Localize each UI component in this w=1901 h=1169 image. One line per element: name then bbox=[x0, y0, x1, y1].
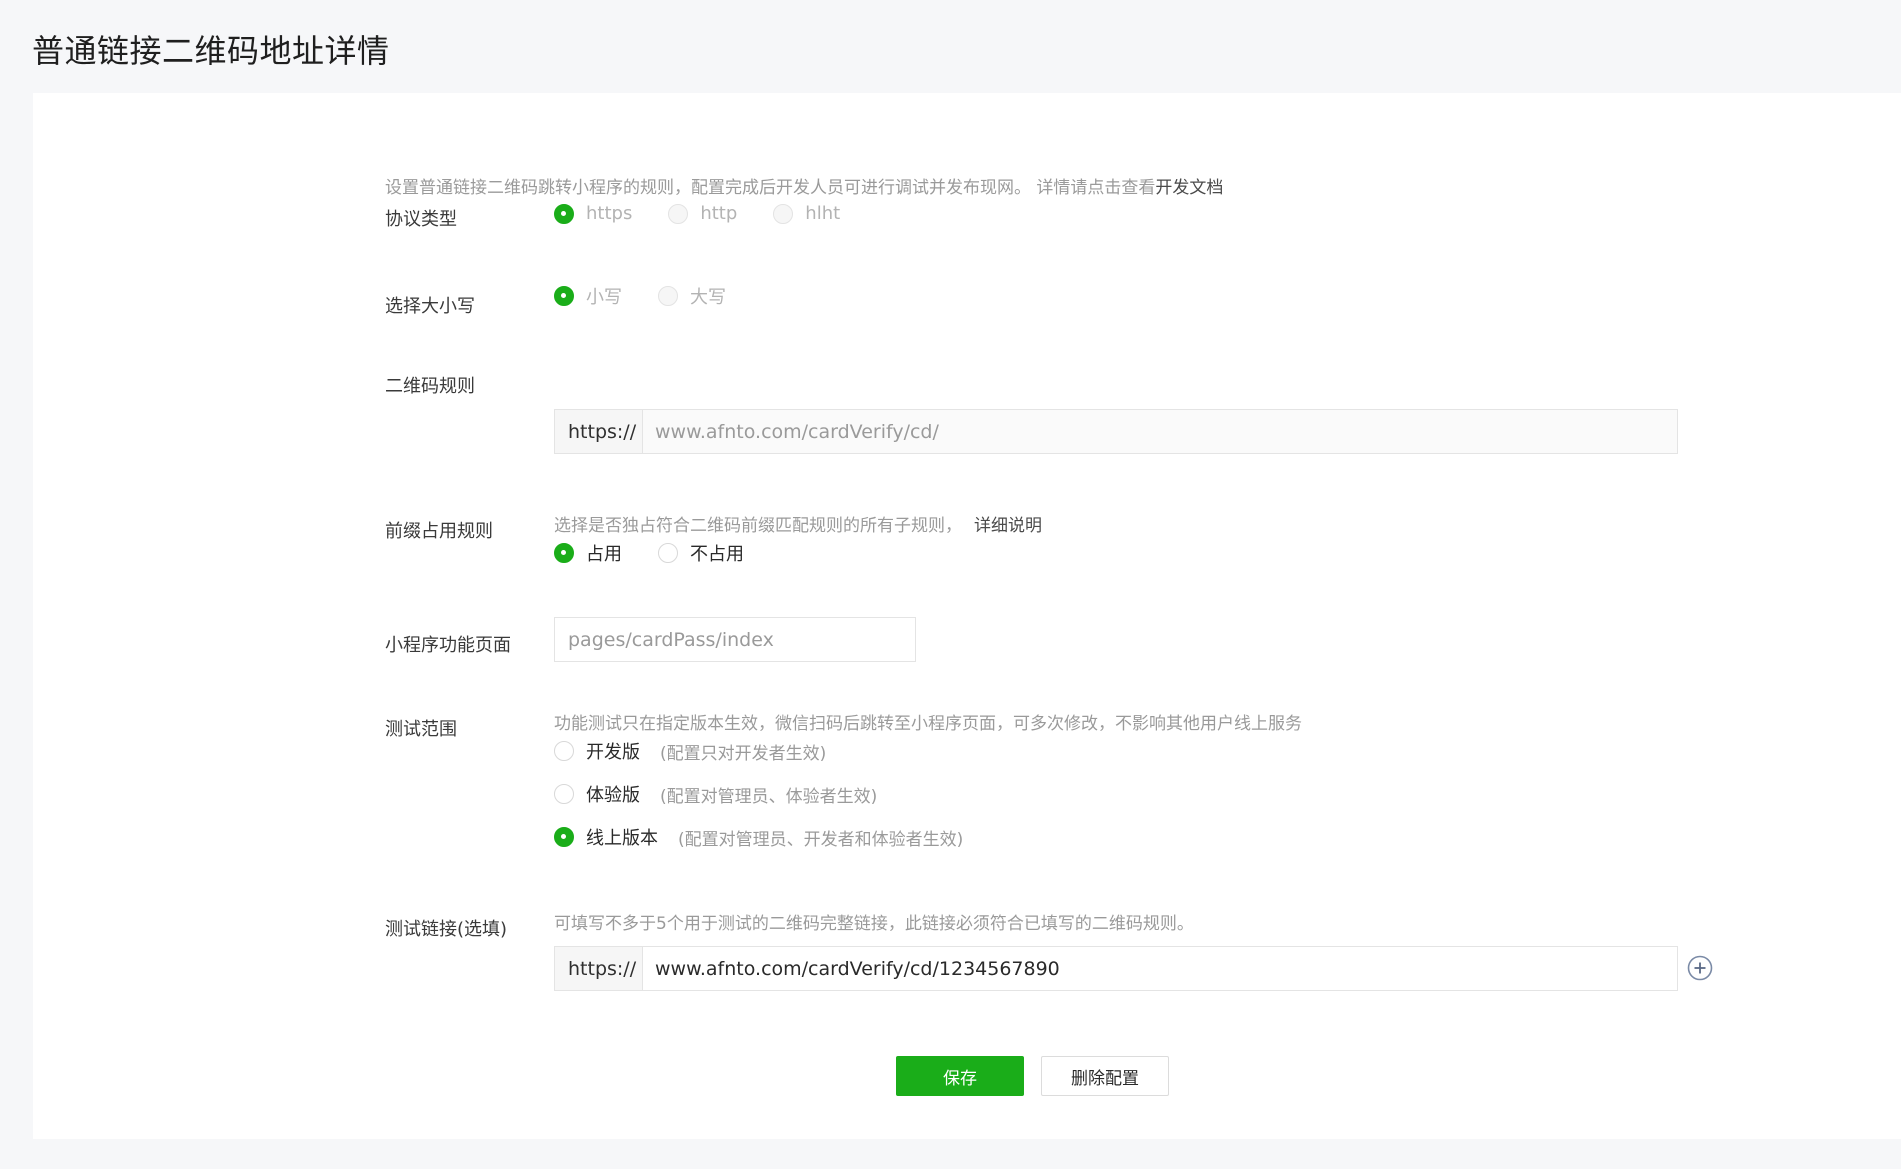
test-scope-hint: 功能测试只在指定版本生效，微信扫码后跳转至小程序页面，可多次修改，不影响其他用户… bbox=[554, 714, 1302, 734]
radio-unchecked-icon bbox=[773, 203, 794, 224]
test-link-prefix: https:// bbox=[555, 947, 643, 990]
protocol-label: 协议类型 bbox=[385, 209, 457, 230]
test-link-value[interactable]: www.afnto.com/cardVerify/cd/1234567890 bbox=[643, 947, 1677, 990]
page-path-label: 小程序功能页面 bbox=[385, 635, 511, 656]
add-link-plus-icon[interactable] bbox=[1687, 955, 1713, 981]
case-radio-group: 小写 大写 bbox=[554, 283, 762, 309]
config-card: 设置普通链接二维码跳转小程序的规则，配置完成后开发人员可进行调试并发布现网。 详… bbox=[33, 93, 1901, 1139]
prefix-rule-radio-group: 占用 不占用 bbox=[554, 540, 780, 566]
test-scope-option-online[interactable]: 线上版本 (配置对管理员、开发者和体验者生效) bbox=[554, 824, 963, 850]
page-title: 普通链接二维码地址详情 bbox=[32, 32, 390, 70]
prefix-option-occupy[interactable]: 占用 bbox=[554, 540, 622, 566]
radio-unchecked-icon bbox=[658, 543, 678, 563]
page-path-input[interactable]: pages/cardPass/index bbox=[554, 617, 916, 662]
intro-text: 设置普通链接二维码跳转小程序的规则，配置完成后开发人员可进行调试并发布现网。 详… bbox=[385, 178, 1224, 198]
radio-checked-icon bbox=[554, 543, 574, 563]
save-button[interactable]: 保存 bbox=[896, 1056, 1024, 1096]
radio-checked-icon bbox=[554, 827, 574, 847]
dev-docs-link[interactable]: 开发文档 bbox=[1155, 178, 1223, 198]
qr-rule-value[interactable]: www.afnto.com/cardVerify/cd/ bbox=[643, 410, 1677, 453]
qr-rule-prefix: https:// bbox=[555, 410, 643, 453]
protocol-option-http[interactable]: http bbox=[668, 203, 737, 224]
test-link-label: 测试链接(选填) bbox=[385, 919, 508, 940]
radio-unchecked-icon bbox=[668, 203, 689, 224]
radio-checked-icon bbox=[554, 286, 574, 306]
delete-config-button[interactable]: 删除配置 bbox=[1041, 1056, 1169, 1096]
case-label: 选择大小写 bbox=[385, 296, 475, 317]
radio-checked-icon bbox=[554, 203, 574, 224]
test-scope-option-trial[interactable]: 体验版 (配置对管理员、体验者生效) bbox=[554, 781, 877, 807]
case-option-lower[interactable]: 小写 bbox=[554, 283, 622, 309]
test-scope-option-dev[interactable]: 开发版 (配置只对开发者生效) bbox=[554, 738, 826, 764]
test-link-input[interactable]: https:// www.afnto.com/cardVerify/cd/123… bbox=[554, 946, 1678, 991]
qr-rule-input[interactable]: https:// www.afnto.com/cardVerify/cd/ bbox=[554, 409, 1678, 454]
prefix-rule-hint: 选择是否独占符合二维码前缀匹配规则的所有子规则， 详细说明 bbox=[554, 516, 1042, 536]
radio-unchecked-icon bbox=[554, 741, 574, 761]
radio-unchecked-icon bbox=[658, 286, 678, 306]
prefix-rule-label: 前缀占用规则 bbox=[385, 521, 493, 542]
protocol-radio-group: https http hlht bbox=[554, 203, 876, 224]
qr-rule-label: 二维码规则 bbox=[385, 376, 475, 397]
detail-link[interactable]: 详细说明 bbox=[974, 516, 1042, 536]
prefix-option-not-occupy[interactable]: 不占用 bbox=[658, 540, 744, 566]
test-scope-label: 测试范围 bbox=[385, 719, 457, 740]
protocol-option-https[interactable]: https bbox=[554, 203, 632, 224]
test-link-hint: 可填写不多于5个用于测试的二维码完整链接，此链接必须符合已填写的二维码规则。 bbox=[554, 914, 1194, 934]
case-option-upper[interactable]: 大写 bbox=[658, 283, 726, 309]
radio-unchecked-icon bbox=[554, 784, 574, 804]
protocol-option-hlht[interactable]: hlht bbox=[773, 203, 840, 224]
